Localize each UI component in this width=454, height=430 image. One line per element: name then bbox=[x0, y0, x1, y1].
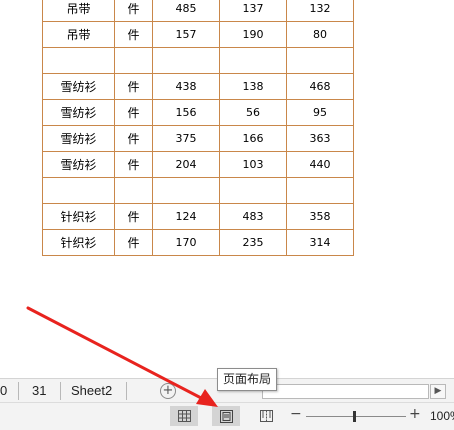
value-cell[interactable]: 485 bbox=[152, 0, 220, 22]
value-cell[interactable] bbox=[152, 177, 220, 204]
unit-cell[interactable] bbox=[114, 47, 153, 74]
unit-cell[interactable]: 件 bbox=[114, 229, 153, 256]
zoom-slider[interactable] bbox=[306, 416, 406, 417]
product-name-cell[interactable]: 雪纺衫 bbox=[42, 151, 115, 178]
normal-view-button[interactable] bbox=[170, 406, 198, 426]
value-cell[interactable]: 103 bbox=[219, 151, 287, 178]
value-cell[interactable]: 132 bbox=[286, 0, 354, 22]
value-cell[interactable]: 440 bbox=[286, 151, 354, 178]
value-cell[interactable]: 483 bbox=[219, 203, 287, 230]
product-name-cell[interactable]: 吊带 bbox=[42, 0, 115, 22]
value-cell[interactable] bbox=[219, 47, 287, 74]
value-cell[interactable]: 156 bbox=[152, 99, 220, 126]
product-name-cell[interactable]: 雪纺衫 bbox=[42, 73, 115, 100]
table-row: 雪纺衫件 375 166 363 bbox=[42, 125, 354, 152]
horizontal-scrollbar[interactable] bbox=[262, 384, 429, 399]
product-name-cell[interactable]: 雪纺衫 bbox=[42, 125, 115, 152]
add-sheet-icon[interactable]: + bbox=[160, 383, 176, 399]
unit-cell[interactable]: 件 bbox=[114, 99, 153, 126]
value-cell[interactable]: 358 bbox=[286, 203, 354, 230]
page-layout-view-icon bbox=[219, 409, 233, 423]
value-cell[interactable]: 56 bbox=[219, 99, 287, 126]
table-row: 针织衫件 124 483 358 bbox=[42, 203, 354, 230]
product-name-cell[interactable] bbox=[42, 177, 115, 204]
table-row: 吊带件 485 137 132 bbox=[42, 0, 354, 22]
unit-cell[interactable]: 件 bbox=[114, 0, 153, 22]
value-cell[interactable]: 375 bbox=[152, 125, 220, 152]
unit-cell[interactable]: 件 bbox=[114, 125, 153, 152]
zoom-in-button[interactable]: + bbox=[409, 406, 421, 422]
product-name-cell[interactable]: 雪纺衫 bbox=[42, 99, 115, 126]
tab-divider bbox=[60, 382, 61, 400]
value-cell[interactable]: 190 bbox=[219, 21, 287, 48]
value-cell[interactable]: 235 bbox=[219, 229, 287, 256]
unit-cell[interactable]: 件 bbox=[114, 151, 153, 178]
page-break-preview-button[interactable] bbox=[252, 406, 280, 426]
data-table: 吊带件 485 137 132 吊带件 157 190 80 雪纺衫件 438 138 468 雪纺衫件… bbox=[42, 0, 354, 256]
unit-cell[interactable]: 件 bbox=[114, 203, 153, 230]
unit-cell[interactable]: 件 bbox=[114, 21, 153, 48]
product-name-cell[interactable]: 针织衫 bbox=[42, 203, 115, 230]
zoom-level[interactable]: 100% bbox=[430, 409, 454, 423]
sheet-tab-0[interactable]: 0 bbox=[0, 379, 7, 403]
sheet-tab-31[interactable]: 31 bbox=[32, 379, 46, 403]
page-break-preview-icon bbox=[259, 410, 273, 422]
value-cell[interactable]: 124 bbox=[152, 203, 220, 230]
table-row bbox=[42, 47, 354, 74]
value-cell[interactable]: 157 bbox=[152, 21, 220, 48]
worksheet-area[interactable]: 吊带件 485 137 132 吊带件 157 190 80 雪纺衫件 438 138 468 雪纺衫件… bbox=[0, 0, 454, 378]
value-cell[interactable] bbox=[286, 47, 354, 74]
value-cell[interactable]: 137 bbox=[219, 0, 287, 22]
value-cell[interactable] bbox=[152, 47, 220, 74]
product-name-cell[interactable]: 吊带 bbox=[42, 21, 115, 48]
normal-view-icon bbox=[177, 410, 191, 422]
table-row: 吊带件 157 190 80 bbox=[42, 21, 354, 48]
value-cell[interactable]: 468 bbox=[286, 73, 354, 100]
value-cell[interactable] bbox=[219, 177, 287, 204]
table-row: 雪纺衫件 438 138 468 bbox=[42, 73, 354, 100]
zoom-out-button[interactable]: − bbox=[290, 406, 302, 422]
table-row: 雪纺衫件 156 56 95 bbox=[42, 99, 354, 126]
value-cell[interactable]: 138 bbox=[219, 73, 287, 100]
value-cell[interactable]: 166 bbox=[219, 125, 287, 152]
value-cell[interactable]: 170 bbox=[152, 229, 220, 256]
table-row: 雪纺衫件 204 103 440 bbox=[42, 151, 354, 178]
unit-cell[interactable] bbox=[114, 177, 153, 204]
zoom-slider-thumb[interactable] bbox=[353, 411, 356, 422]
status-bar: − + 100% bbox=[0, 402, 454, 430]
scroll-right-icon[interactable]: ▶ bbox=[430, 384, 446, 399]
value-cell[interactable]: 204 bbox=[152, 151, 220, 178]
tab-divider bbox=[18, 382, 19, 400]
value-cell[interactable] bbox=[286, 177, 354, 204]
product-name-cell[interactable]: 针织衫 bbox=[42, 229, 115, 256]
value-cell[interactable]: 314 bbox=[286, 229, 354, 256]
page-layout-view-button[interactable] bbox=[212, 406, 240, 426]
tab-divider bbox=[126, 382, 127, 400]
page-layout-tooltip: 页面布局 bbox=[217, 368, 278, 391]
unit-cell[interactable]: 件 bbox=[114, 73, 153, 100]
table-row bbox=[42, 177, 354, 204]
table-row: 针织衫件 170 235 314 bbox=[42, 229, 354, 256]
value-cell[interactable]: 80 bbox=[286, 21, 354, 48]
sheet-tab-sheet2[interactable]: Sheet2 bbox=[71, 379, 112, 403]
value-cell[interactable]: 438 bbox=[152, 73, 220, 100]
value-cell[interactable]: 95 bbox=[286, 99, 354, 126]
value-cell[interactable]: 363 bbox=[286, 125, 354, 152]
product-name-cell[interactable] bbox=[42, 47, 115, 74]
